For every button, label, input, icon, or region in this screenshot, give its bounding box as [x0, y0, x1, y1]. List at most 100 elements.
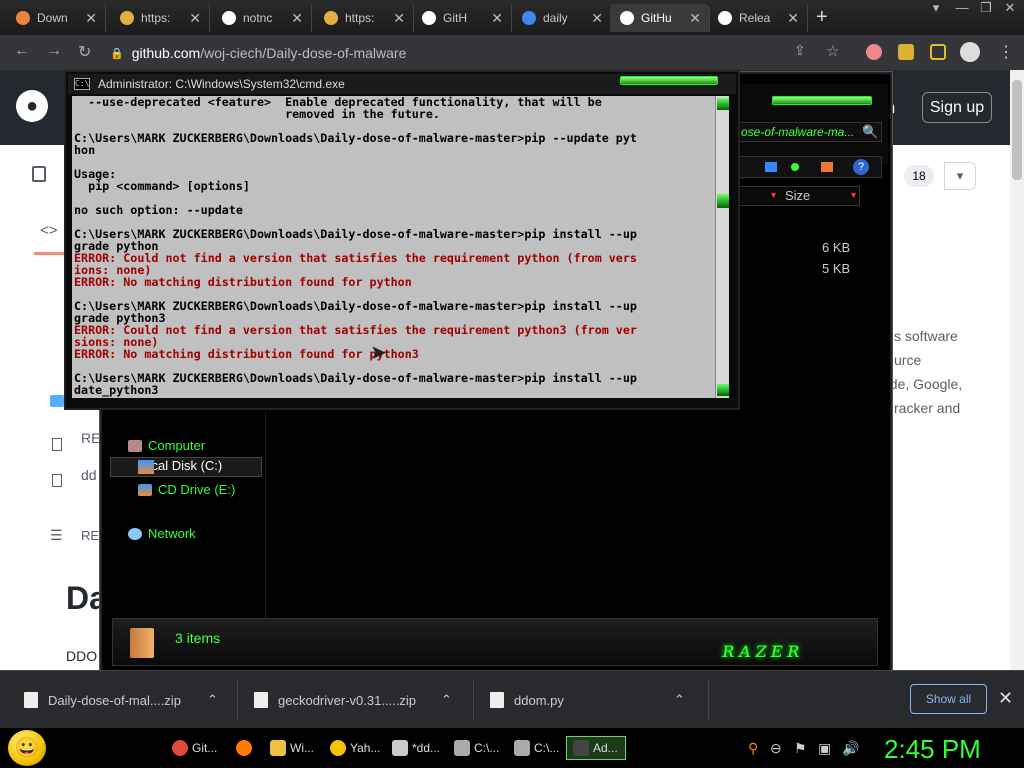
chrome-menu-icon[interactable]: ⋮ — [998, 42, 1014, 62]
file-icon — [52, 438, 62, 451]
scroll-up-arrow-icon[interactable] — [717, 98, 729, 110]
side-panel-icon[interactable] — [930, 44, 946, 60]
cmd-console-output[interactable]: --use-deprecated <feature> Enable deprec… — [72, 96, 715, 398]
nav-local-disk[interactable]: Local Disk (C:) — [110, 457, 262, 477]
extension-flag-icon[interactable] — [866, 44, 882, 60]
show-all-downloads-button[interactable]: Show all — [910, 684, 987, 714]
close-downloads-bar-button[interactable]: ✕ — [998, 688, 1013, 709]
page-scrollbar-thumb[interactable] — [1012, 80, 1022, 180]
sort-arrow-icon[interactable]: ▼ — [849, 190, 858, 200]
sign-up-button[interactable]: Sign up — [922, 92, 992, 123]
address-bar[interactable]: 🔒 github.com /woj-ciech/Daily-dose-of-ma… — [110, 41, 860, 65]
close-tab-icon[interactable]: ✕ — [591, 10, 603, 27]
close-tab-icon[interactable]: ✕ — [393, 10, 405, 27]
scroll-thumb[interactable] — [717, 194, 729, 208]
taskbar-item-label: Wi... — [290, 741, 314, 755]
back-button[interactable]: ← — [14, 42, 30, 60]
minimize-icon[interactable]: — — [950, 0, 974, 20]
code-tab-icon[interactable]: <> — [40, 222, 58, 239]
close-tab-icon[interactable]: ✕ — [291, 10, 303, 27]
taskbar-item[interactable]: C:\... — [508, 736, 562, 760]
download-options-chevron-icon[interactable]: ⌃ — [441, 692, 452, 708]
explorer-search-icon[interactable]: 🔍 — [862, 124, 878, 140]
new-tab-button[interactable]: + — [816, 6, 828, 29]
start-button[interactable]: 😀 — [8, 730, 46, 766]
file-size: 5 KB — [822, 261, 851, 276]
repo-icon — [32, 166, 46, 182]
github-icon — [620, 11, 634, 25]
explorer-address-bar[interactable]: ose-of-malware-ma... — [738, 122, 882, 142]
size-column-header[interactable]: Size — [785, 188, 810, 203]
google-icon — [522, 11, 536, 25]
close-tab-icon[interactable]: ✕ — [491, 10, 503, 27]
zip-file-icon — [254, 692, 268, 708]
view-icon[interactable] — [765, 162, 777, 172]
console-line: C:\Users\MARK ZUCKERBERG\Downloads\Daily… — [74, 227, 637, 241]
computer-icon — [128, 439, 142, 452]
close-tab-icon[interactable]: ✕ — [85, 10, 97, 27]
taskbar-item[interactable]: Yah... — [324, 736, 380, 760]
browser-tab[interactable]: GitHu ✕ — [610, 4, 710, 32]
close-tab-icon[interactable]: ✕ — [689, 10, 701, 27]
profile-avatar-icon[interactable] — [960, 42, 980, 62]
download-item[interactable]: Daily-dose-of-mal....zip — [24, 692, 181, 708]
close-tab-icon[interactable]: ✕ — [189, 10, 201, 27]
explorer-toolbar: ? — [738, 156, 882, 178]
github-logo-icon[interactable]: ● — [16, 90, 48, 122]
cmd-window-controls[interactable] — [620, 76, 718, 85]
action-center-icon[interactable]: ⚑ — [794, 740, 807, 757]
file-row-ddom[interactable]: dd — [81, 467, 97, 483]
system-clock[interactable]: 2:45 PM — [884, 734, 981, 765]
browser-tab[interactable]: Relea ✕ — [708, 4, 808, 32]
restore-window-button[interactable]: ❐ — [974, 0, 998, 20]
forward-button[interactable]: → — [46, 42, 62, 60]
browser-tab[interactable]: Down ✕ — [6, 4, 106, 32]
download-item[interactable]: ddom.py — [490, 692, 564, 708]
about-line: urce — [894, 352, 922, 368]
github-icon — [422, 11, 436, 25]
taskbar-item[interactable]: Ad... — [566, 736, 626, 760]
nav-network[interactable]: Network — [128, 526, 196, 541]
messenger-icon[interactable]: ⊖ — [770, 740, 782, 757]
bookmark-star-icon[interactable]: ☆ — [826, 42, 839, 60]
close-window-button[interactable]: ✕ — [998, 0, 1022, 20]
download-options-chevron-icon[interactable]: ⌃ — [674, 692, 685, 708]
browser-tab[interactable]: notnc ✕ — [212, 4, 312, 32]
folder-icon — [270, 740, 286, 756]
browser-tab[interactable]: https: ✕ — [110, 4, 210, 32]
minimize-window-button[interactable]: ▾ — [924, 0, 948, 20]
star-dropdown-chevron-icon[interactable]: ▾ — [944, 162, 976, 190]
close-tab-icon[interactable]: ✕ — [787, 10, 799, 27]
taskbar-item[interactable]: *dd... — [386, 736, 442, 760]
browser-tab[interactable]: https: ✕ — [314, 4, 414, 32]
drive-icon — [138, 460, 154, 474]
preview-icon[interactable] — [791, 163, 799, 171]
taskbar-item[interactable]: C:\... — [448, 736, 502, 760]
help-icon[interactable]: ? — [853, 159, 869, 175]
download-options-chevron-icon[interactable]: ⌃ — [207, 692, 218, 708]
python-file-icon — [490, 692, 504, 708]
browser-tab[interactable]: GitH ✕ — [412, 4, 512, 32]
taskbar-item[interactable]: Wi... — [264, 736, 318, 760]
page-icon — [120, 11, 134, 25]
file-row-readme[interactable]: RE — [81, 430, 100, 446]
search-icon[interactable]: ⚲ — [748, 740, 758, 757]
share-icon[interactable]: ⇪ — [794, 42, 806, 59]
sort-arrow-icon[interactable]: ▼ — [769, 190, 778, 200]
explorer-window-icon — [514, 740, 530, 756]
nav-cd-drive[interactable]: CD Drive (E:) — [138, 482, 235, 497]
nav-computer[interactable]: Computer — [128, 438, 205, 453]
volume-icon[interactable]: 🔊 — [842, 740, 859, 757]
cmd-scrollbar[interactable] — [715, 96, 729, 398]
reload-button[interactable]: ↻ — [78, 42, 91, 62]
taskbar-item[interactable] — [230, 736, 258, 760]
layout-icon[interactable] — [821, 162, 833, 172]
browser-tab[interactable]: daily ✕ — [512, 4, 612, 32]
download-item[interactable]: geckodriver-v0.31.....zip — [254, 692, 416, 708]
network-tray-icon[interactable]: ▣ — [818, 740, 831, 757]
explorer-window-controls[interactable] — [772, 96, 872, 105]
taskbar-item[interactable]: Git... — [166, 736, 222, 760]
extensions-puzzle-icon[interactable] — [898, 44, 914, 60]
url-path: /woj-ciech/Daily-dose-of-malware — [200, 45, 407, 61]
scroll-down-arrow-icon[interactable] — [717, 384, 729, 396]
